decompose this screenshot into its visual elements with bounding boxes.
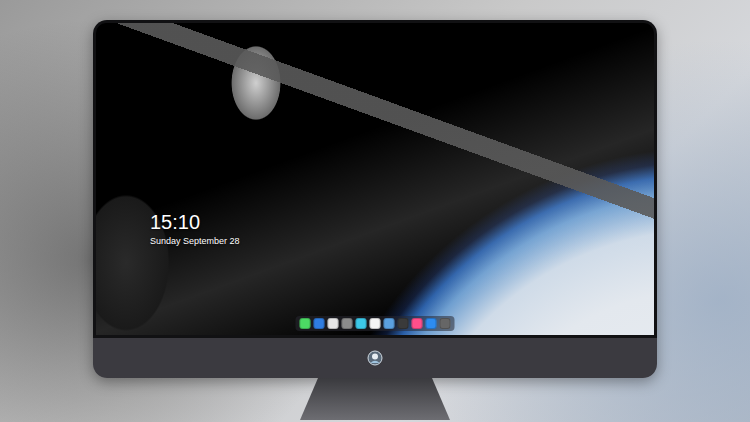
app-icon[interactable] [300, 318, 311, 329]
app-icon[interactable] [398, 318, 409, 329]
app-icon[interactable] [370, 318, 381, 329]
app-icon[interactable] [314, 318, 325, 329]
stand [300, 378, 450, 420]
monitor: 15:10 Sunday September 28 [93, 20, 657, 378]
logo-icon [367, 350, 383, 366]
app-icon[interactable] [440, 318, 451, 329]
app-icon[interactable] [356, 318, 367, 329]
clock: 15:10 [150, 211, 240, 233]
date: Sunday September 28 [150, 236, 240, 247]
chin [93, 338, 657, 378]
page: 15:10 Sunday September 28 [0, 0, 750, 422]
wallpaper-photo [96, 23, 654, 335]
dock [296, 316, 455, 331]
screen: 15:10 Sunday September 28 [96, 23, 654, 335]
bezel: 15:10 Sunday September 28 [93, 20, 657, 338]
app-icon[interactable] [426, 318, 437, 329]
app-icon[interactable] [328, 318, 339, 329]
app-icon[interactable] [412, 318, 423, 329]
app-icon[interactable] [342, 318, 353, 329]
lock-info: 15:10 Sunday September 28 [150, 211, 240, 247]
app-icon[interactable] [384, 318, 395, 329]
